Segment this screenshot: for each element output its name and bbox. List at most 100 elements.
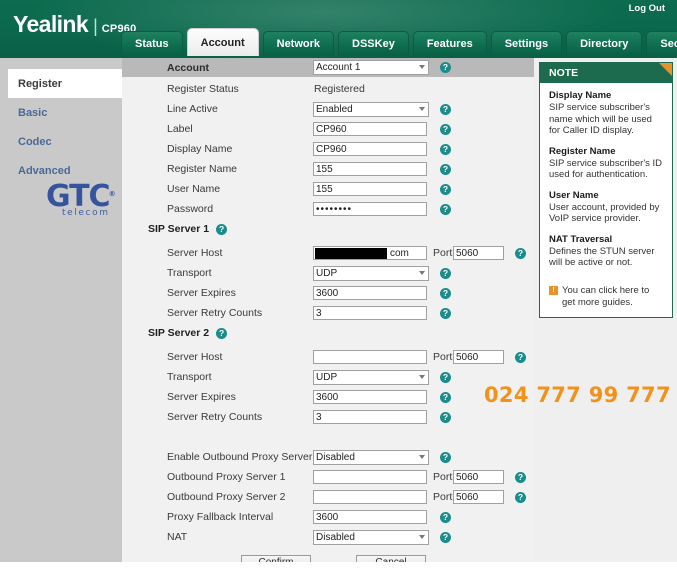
row-enable-outbound-proxy: Enable Outbound Proxy Server Disabled ? [122, 447, 534, 467]
s1-server-retry-input[interactable] [313, 306, 427, 320]
help-icon-s2-server-retry[interactable]: ? [440, 412, 451, 423]
account-select[interactable]: Account 1 [313, 60, 429, 75]
password-input[interactable] [313, 202, 427, 216]
help-icon-outbound-proxy-2[interactable]: ? [515, 492, 526, 503]
help-icon-outbound-proxy-1[interactable]: ? [515, 472, 526, 483]
help-icon-s1-server-retry[interactable]: ? [440, 308, 451, 319]
help-icon-s2-transport[interactable]: ? [440, 372, 451, 383]
enable-outbound-proxy-label: Enable Outbound Proxy Server [167, 451, 313, 463]
help-icon-s1-server-expires[interactable]: ? [440, 288, 451, 299]
help-icon-s1-transport[interactable]: ? [440, 268, 451, 279]
s1-server-retry-label: Server Retry Counts [167, 307, 263, 319]
s2-server-host-input[interactable] [313, 350, 427, 364]
help-icon-line-active[interactable]: ? [440, 104, 451, 115]
s1-server-expires-input[interactable] [313, 286, 427, 300]
s2-server-expires-label: Server Expires [167, 391, 236, 403]
sip-server-1-label: SIP Server 1 [148, 223, 210, 235]
sidebar-item-advanced[interactable]: Advanced [0, 156, 122, 185]
user-name-label: User Name [167, 183, 221, 195]
outbound-proxy-1-port-input[interactable] [453, 470, 504, 484]
help-icon-account[interactable]: ? [440, 62, 451, 73]
tab-directory[interactable]: Directory [566, 31, 643, 56]
register-name-input[interactable] [313, 162, 427, 176]
cancel-button[interactable]: Cancel [356, 555, 426, 562]
s2-server-retry-input[interactable] [313, 410, 427, 424]
help-icon-display-name[interactable]: ? [440, 144, 451, 155]
sidebar-item-codec[interactable]: Codec [0, 127, 122, 156]
help-icon-s2-server-expires[interactable]: ? [440, 392, 451, 403]
enable-outbound-proxy-select[interactable]: Disabled [313, 450, 429, 465]
note-section-title: Display Name [549, 90, 612, 101]
help-icon-enable-outbound-proxy[interactable]: ? [440, 452, 451, 463]
display-name-input[interactable] [313, 142, 427, 156]
help-icon-sip-server-2[interactable]: ? [216, 327, 228, 339]
s1-port-label: Port [433, 247, 453, 259]
tab-features[interactable]: Features [412, 31, 487, 56]
help-icon-password[interactable]: ? [440, 204, 451, 215]
outbound-proxy-2-port-input[interactable] [453, 490, 504, 504]
register-name-label: Register Name [167, 163, 238, 175]
help-icon-register-name[interactable]: ? [440, 164, 451, 175]
user-name-input[interactable] [313, 182, 427, 196]
s2-port-input[interactable] [453, 350, 504, 364]
note-section-title: User Name [549, 189, 599, 201]
help-icon-s2-server-host[interactable]: ? [515, 352, 526, 363]
proxy-fallback-interval-input[interactable] [313, 510, 427, 524]
account-select-wrap: Account 1 [313, 60, 429, 75]
line-active-select[interactable]: Enabled [313, 102, 429, 117]
main-tab-bar: Status Account Network DSSKey Features S… [121, 28, 677, 56]
help-icon-label[interactable]: ? [440, 124, 451, 135]
row-s1-server-retry: Server Retry Counts ? [122, 303, 534, 323]
tab-account[interactable]: Account [186, 28, 259, 56]
tab-dsskey[interactable]: DSSKey [338, 31, 409, 56]
logout-link[interactable]: Log Out [629, 3, 665, 14]
outbound-proxy-2-input[interactable] [313, 490, 427, 504]
help-icon-user-name[interactable]: ? [440, 184, 451, 195]
line-active-select-wrap: Enabled [313, 102, 429, 117]
s2-server-host-label: Server Host [167, 351, 223, 363]
s1-transport-select[interactable]: UDP [313, 266, 429, 281]
help-icon-sip-server-1[interactable]: ? [216, 223, 228, 235]
more-guides-text: You can click here to get more guides. [562, 284, 650, 308]
s2-transport-label: Transport [167, 371, 212, 383]
register-status-label: Register Status [167, 83, 239, 95]
row-line-active: Line Active Enabled ? [122, 99, 534, 119]
tab-settings[interactable]: Settings [490, 31, 563, 56]
register-settings-form: Account Account 1 ? Register Status Regi… [122, 58, 534, 562]
help-icon-proxy-fallback-interval[interactable]: ? [440, 512, 451, 523]
s2-transport-select[interactable]: UDP [313, 370, 429, 385]
page-footer [0, 562, 677, 570]
outbound-proxy-1-port-label: Port [433, 471, 453, 483]
help-icon-s1-server-host[interactable]: ? [515, 248, 526, 259]
note-panel-body: Display Name SIP service subscriber's na… [540, 83, 672, 317]
label-label: Label [167, 123, 193, 135]
info-icon: ! [549, 285, 558, 295]
s2-server-retry-label: Server Retry Counts [167, 411, 263, 423]
note-section: User Name User account, provided by VoIP… [549, 190, 664, 225]
tab-network[interactable]: Network [262, 31, 335, 56]
s1-port-input[interactable] [453, 246, 504, 260]
row-s2-transport: Transport UDP ? [122, 367, 534, 387]
note-section-text: Defines the STUN server will be active o… [549, 245, 655, 269]
row-s1-server-expires: Server Expires ? [122, 283, 534, 303]
tab-status[interactable]: Status [121, 31, 183, 56]
sidebar-item-basic[interactable]: Basic [0, 98, 122, 127]
s2-server-expires-input[interactable] [313, 390, 427, 404]
outbound-proxy-1-input[interactable] [313, 470, 427, 484]
account-header-row: Account Account 1 ? [122, 58, 534, 77]
note-section-text: SIP service subscriber's ID used for aut… [549, 157, 663, 181]
more-guides-link[interactable]: ! You can click here to get more guides. [549, 285, 664, 309]
brand-logo: Yealink | CP960 [13, 13, 136, 36]
label-input[interactable] [313, 122, 427, 136]
confirm-button[interactable]: Confirm [241, 555, 311, 562]
folded-corner-icon [659, 63, 672, 76]
s1-transport-label: Transport [167, 267, 212, 279]
note-section: NAT Traversal Defines the STUN server wi… [549, 234, 664, 269]
help-icon-nat[interactable]: ? [440, 532, 451, 543]
row-outbound-proxy-2: Outbound Proxy Server 2 Port ? [122, 487, 534, 507]
sidebar-item-register[interactable]: Register [8, 69, 122, 98]
nat-select[interactable]: Disabled [313, 530, 429, 545]
tab-security[interactable]: Security [646, 31, 677, 56]
s1-server-expires-label: Server Expires [167, 287, 236, 299]
brand-name: Yealink [13, 11, 89, 37]
